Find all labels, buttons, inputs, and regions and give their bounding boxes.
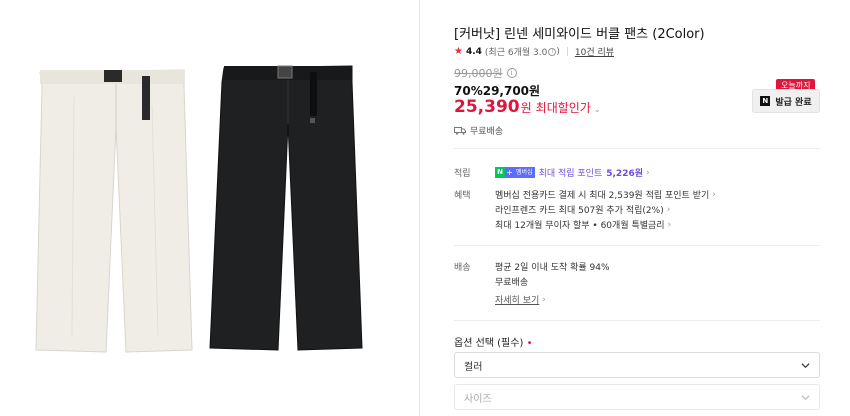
original-price-row: 99,000원 i <box>454 65 517 81</box>
rating-row: ★ 4.4 (최근 6개월 3.0 i ) | 10건 리뷰 <box>454 45 614 58</box>
color-select[interactable]: 컬러 <box>454 352 820 378</box>
final-price-unit: 원 <box>520 101 532 115</box>
perk-item[interactable]: 라인프렌즈 카드 최대 507원 추가 적립(2%) › <box>495 203 671 217</box>
divider <box>454 245 820 246</box>
review-count-link[interactable]: 10건 리뷰 <box>575 45 614 58</box>
delivery-fee: 무료배송 <box>495 278 529 288</box>
chevron-right-icon: › <box>712 189 716 200</box>
coupon-issued-label: 발급 완료 <box>775 97 812 108</box>
naver-n-icon: N <box>760 96 771 106</box>
black-pants-image <box>209 65 363 351</box>
chevron-right-icon: › <box>666 204 671 215</box>
color-select-label: 컬러 <box>464 361 483 373</box>
chevron-right-icon: › <box>646 167 650 178</box>
product-detail-panel: [커버낫] 린넨 세미와이드 버클 팬츠 (2Color) ★ 4.4 (최근 … <box>421 0 850 416</box>
ivory-pants-image <box>35 69 193 353</box>
rating-separator: | <box>565 46 569 57</box>
original-price: 99,000원 <box>454 67 503 80</box>
shipping-summary: 무료배송 <box>454 124 503 137</box>
delivery-estimate: 평균 2일 이내 도착 확률 94% <box>495 263 610 273</box>
max-discount-price-row[interactable]: 25,390 원 최대할인가 ⌄ <box>454 97 601 117</box>
size-select[interactable]: 사이즈 <box>454 384 820 410</box>
rating-recent-close: ) <box>556 46 560 57</box>
size-select-label: 사이즈 <box>464 393 492 405</box>
max-points-value: 5,226원 <box>606 169 643 179</box>
chevron-down-icon <box>801 362 810 368</box>
perk-item[interactable]: 최대 12개월 무이자 할부 • 60개월 특별금리 › <box>495 218 672 232</box>
max-points-text: 최대 적립 포인트 <box>538 169 603 179</box>
delivery-details-link[interactable]: 자세히 보기 › <box>495 293 546 307</box>
naver-membership-badge: N + 멤버십 <box>495 167 535 178</box>
product-title: [커버낫] 린넨 세미와이드 버클 팬츠 (2Color) <box>454 27 705 42</box>
option-section-label: 옵션 선택 (필수) • <box>454 338 533 349</box>
coupon-issued-button[interactable]: N 발급 완료 <box>752 89 820 113</box>
final-price: 25,390 <box>454 97 520 117</box>
chevron-right-icon: › <box>667 219 672 230</box>
rating-recent: (최근 6개월 3.0 <box>484 48 548 58</box>
required-mark: • <box>526 338 533 349</box>
truck-icon <box>454 126 466 135</box>
chevron-right-icon: › <box>542 294 546 305</box>
perk-item[interactable]: 멤버십 전용카드 결제 시 최대 2,539원 적립 포인트 받기 › <box>495 188 716 202</box>
points-label: 적립 <box>454 169 471 179</box>
max-discount-label: 최대할인가 <box>535 101 591 115</box>
perks-label: 혜택 <box>454 191 471 201</box>
rating-score: 4.4 <box>465 46 482 57</box>
product-image-panel <box>0 0 420 416</box>
info-icon[interactable]: i <box>548 47 557 56</box>
delivery-label: 배송 <box>454 263 471 273</box>
points-row[interactable]: N + 멤버십 최대 적립 포인트 5,226원 › <box>495 166 650 179</box>
chevron-down-icon: ⌄ <box>593 105 601 114</box>
price-info-icon[interactable]: i <box>506 68 517 78</box>
shipping-free-label: 무료배송 <box>470 127 504 137</box>
divider <box>454 148 820 149</box>
star-icon: ★ <box>454 46 463 57</box>
chevron-down-icon <box>801 394 810 400</box>
divider <box>454 320 820 321</box>
